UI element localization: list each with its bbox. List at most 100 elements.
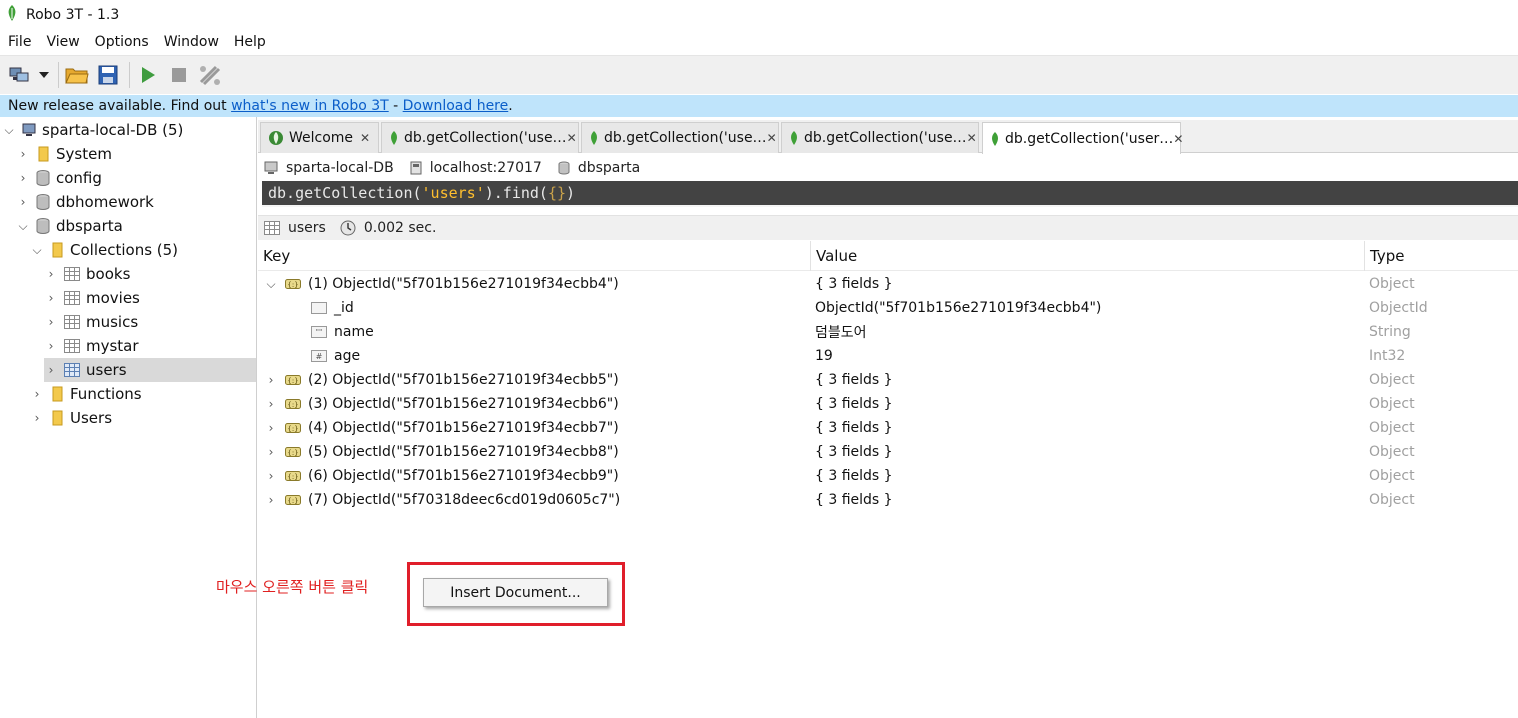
chevron-right-icon[interactable]: › (264, 397, 278, 411)
conninfo-connection: sparta-local-DB (264, 160, 394, 176)
chevron-right-icon[interactable]: › (264, 493, 278, 507)
row-key: (7) ObjectId("5f70318deec6cd019d0605c7") (308, 492, 621, 508)
menu-view[interactable]: View (42, 32, 86, 52)
chevron-right-icon[interactable]: › (16, 195, 30, 209)
document-row[interactable]: › {:} (6) ObjectId("5f701b156e271019f34e… (258, 464, 1518, 488)
chevron-right-icon[interactable]: › (264, 445, 278, 459)
tab-query-3[interactable]: db.getCollection('use… ✕ (781, 122, 979, 153)
tab-query-active[interactable]: db.getCollection('user… ✕ (982, 122, 1183, 154)
tab-query-2[interactable]: db.getCollection('use… ✕ (581, 122, 779, 153)
tab-query-1[interactable]: db.getCollection('use… ✕ (381, 122, 579, 153)
document-row[interactable]: ⌵ {:} (1) ObjectId("5f701b156e271019f34e… (258, 272, 1518, 296)
document-object-icon: {:} (285, 495, 301, 505)
query-string-literal: 'users' (421, 184, 485, 202)
row-key: name (334, 324, 374, 340)
insert-document-menu-item[interactable]: Insert Document... (423, 578, 608, 607)
column-header-key[interactable]: Key (258, 241, 811, 271)
tree-item-movies[interactable]: › movies (44, 286, 140, 310)
tree-item-collections[interactable]: ⌵ Collections (5) (30, 238, 178, 262)
run-icon[interactable] (134, 61, 162, 89)
document-row[interactable]: › {:} (3) ObjectId("5f701b156e271019f34e… (258, 392, 1518, 416)
tree-item-dbsparta[interactable]: ⌵ dbsparta (16, 214, 123, 238)
chevron-right-icon[interactable]: › (264, 373, 278, 387)
tree-item-config[interactable]: › config (16, 166, 102, 190)
result-collection: users (264, 220, 326, 236)
chevron-right-icon[interactable]: › (264, 421, 278, 435)
chevron-down-icon[interactable]: ⌵ (2, 123, 16, 138)
chevron-right-icon[interactable]: › (30, 411, 44, 425)
chevron-right-icon[interactable]: › (44, 315, 58, 329)
document-row[interactable]: › {:} (5) ObjectId("5f701b156e271019f34e… (258, 440, 1518, 464)
chevron-right-icon[interactable]: › (264, 469, 278, 483)
close-icon[interactable]: ✕ (1173, 132, 1183, 146)
chevron-right-icon[interactable]: › (16, 171, 30, 185)
tree-item-functions[interactable]: › Functions (30, 382, 142, 406)
robo3t-leaf-icon (269, 130, 283, 146)
stop-icon[interactable] (165, 61, 193, 89)
document-row[interactable]: › {:} (7) ObjectId("5f70318deec6cd019d06… (258, 488, 1518, 512)
query-part: db.getCollection( (268, 184, 422, 202)
tree-item-mystar[interactable]: › mystar (44, 334, 139, 358)
tree-item-musics[interactable]: › musics (44, 310, 139, 334)
row-value: 덤블도어 (815, 325, 867, 341)
connection-name: sparta-local-DB (286, 160, 394, 176)
open-folder-icon[interactable] (63, 61, 91, 89)
close-icon[interactable]: ✕ (767, 131, 777, 145)
tree-item-system[interactable]: › System (16, 142, 112, 166)
menu-window[interactable]: Window (160, 32, 226, 52)
query-editor[interactable]: db.getCollection('users').find({}) (262, 181, 1518, 207)
chevron-right-icon[interactable]: › (44, 339, 58, 353)
format-icon[interactable] (196, 61, 224, 89)
close-icon[interactable]: ✕ (567, 131, 577, 145)
chevron-down-icon[interactable]: ⌵ (30, 243, 44, 258)
tree-item-books[interactable]: › books (44, 262, 131, 286)
folder-icon (36, 146, 50, 162)
row-value: { 3 fields } (815, 276, 893, 292)
field-row[interactable]: "" name 덤블도어 String (258, 320, 1518, 344)
chevron-down-icon[interactable]: ⌵ (16, 219, 30, 234)
row-type: ObjectId (1369, 300, 1428, 316)
tree-item-users-folder[interactable]: › Users (30, 406, 112, 430)
document-row[interactable]: › {:} (4) ObjectId("5f701b156e271019f34e… (258, 416, 1518, 440)
menu-help[interactable]: Help (230, 32, 273, 52)
column-header-type[interactable]: Type (1365, 241, 1518, 271)
tab-bar: Welcome ✕ db.getCollection('use… ✕ db.ge… (258, 120, 1518, 154)
menu-options[interactable]: Options (91, 32, 156, 52)
document-row[interactable]: › {:} (2) ObjectId("5f701b156e271019f34e… (258, 368, 1518, 392)
download-link[interactable]: Download here (403, 98, 509, 114)
dropdown-arrow-icon[interactable] (37, 61, 51, 89)
tree-item-users-collection[interactable]: › users (44, 358, 256, 382)
result-time: 0.002 sec. (340, 220, 436, 236)
menu-file[interactable]: File (4, 32, 38, 52)
close-icon[interactable]: ✕ (360, 131, 370, 145)
tab-welcome[interactable]: Welcome ✕ (260, 122, 379, 153)
whats-new-link[interactable]: what's new in Robo 3T (231, 98, 389, 114)
chevron-right-icon[interactable]: › (44, 363, 58, 377)
close-icon[interactable]: ✕ (967, 131, 977, 145)
chevron-down-icon[interactable]: ⌵ (264, 277, 278, 292)
svg-text:"": "" (316, 328, 322, 336)
conninfo-host: localhost:27017 (410, 160, 542, 176)
tree-connection[interactable]: ⌵ sparta-local-DB (5) (2, 118, 183, 142)
chevron-right-icon[interactable]: › (44, 267, 58, 281)
objectid-field-icon (311, 302, 327, 314)
tree-item-label: dbsparta (56, 217, 123, 235)
tab-label: db.getCollection('use… (804, 130, 967, 146)
row-value: 19 (815, 348, 833, 364)
save-icon[interactable] (94, 61, 122, 89)
field-row[interactable]: _id ObjectId("5f701b156e271019f34ecbb4")… (258, 296, 1518, 320)
chevron-right-icon[interactable]: › (30, 387, 44, 401)
chevron-right-icon[interactable]: › (44, 291, 58, 305)
tree-item-dbhomework[interactable]: › dbhomework (16, 190, 154, 214)
toolbar-separator (129, 62, 130, 88)
field-row[interactable]: # age 19 Int32 (258, 344, 1518, 368)
collection-table-icon (64, 315, 80, 329)
column-header-value[interactable]: Value (811, 241, 1365, 271)
chevron-right-icon[interactable]: › (16, 147, 30, 161)
tree-item-label: Users (70, 409, 113, 427)
row-type: Object (1369, 444, 1415, 460)
connect-icon[interactable] (6, 61, 34, 89)
database-icon (36, 170, 50, 186)
window-title: Robo 3T - 1.3 (26, 7, 120, 23)
tree-item-label: musics (86, 313, 139, 331)
